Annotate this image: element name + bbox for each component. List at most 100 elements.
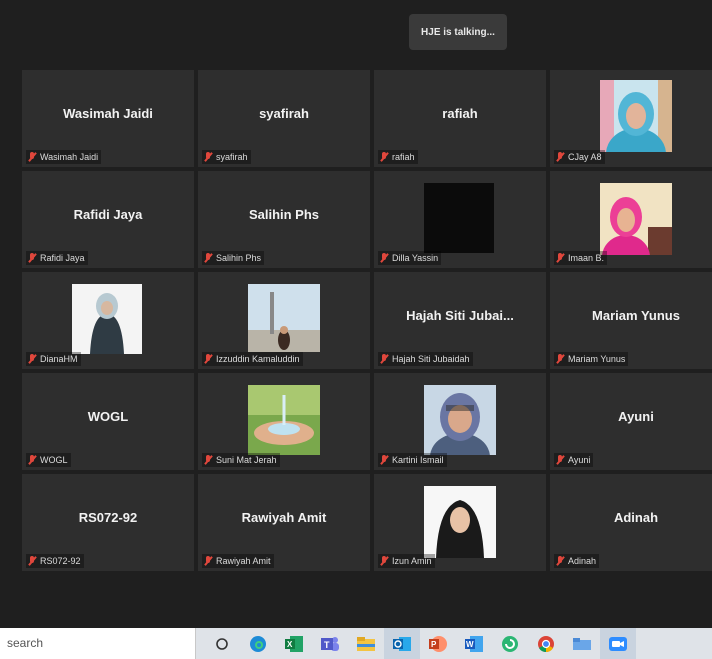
mic-muted-icon: [556, 253, 564, 263]
participant-tile[interactable]: Kartini Ismail: [374, 373, 546, 470]
participant-label-text: Izun Amin: [392, 556, 432, 566]
participant-tile[interactable]: Adinah Adinah: [550, 474, 712, 571]
participant-label-text: Wasimah Jaidi: [40, 152, 99, 162]
taskbar-search-input[interactable]: search: [0, 628, 196, 659]
mic-muted-icon: [28, 354, 36, 364]
participant-name-label: WOGL: [26, 453, 71, 467]
participant-tile[interactable]: WOGL WOGL: [22, 373, 194, 470]
meeting-window: HJE is talking... Wasimah Jaidi Wasimah J…: [0, 0, 712, 628]
participant-tile[interactable]: rafiah rafiah: [374, 70, 546, 167]
participant-name-label: Imaan B.: [554, 251, 608, 265]
participant-tile[interactable]: Izun Amin: [374, 474, 546, 571]
participant-display-name: Wasimah Jaidi: [63, 106, 153, 121]
word-icon[interactable]: W: [456, 628, 492, 659]
participant-tile[interactable]: Rafidi Jaya Rafidi Jaya: [22, 171, 194, 268]
participant-label-text: Ayuni: [568, 455, 591, 465]
edge-icon[interactable]: [240, 628, 276, 659]
participant-label-text: Rafidi Jaya: [40, 253, 85, 263]
participant-display-name: Ayuni: [618, 409, 654, 424]
participant-grid: Wasimah Jaidi Wasimah Jaidi syafirah syafir…: [22, 70, 712, 571]
mic-muted-icon: [380, 556, 388, 566]
participant-tile[interactable]: Wasimah Jaidi Wasimah Jaidi: [22, 70, 194, 167]
participant-name-label: Kartini Ismail: [378, 453, 447, 467]
outlook-icon[interactable]: [384, 628, 420, 659]
participant-label-text: rafiah: [392, 152, 415, 162]
mic-muted-icon: [380, 455, 388, 465]
participant-video-image: [600, 183, 672, 255]
svg-text:P: P: [431, 640, 437, 649]
folder-app-icon[interactable]: [564, 628, 600, 659]
participant-label-text: Mariam Yunus: [568, 354, 626, 364]
participant-video-image: [248, 385, 320, 455]
participant-label-text: Adinah: [568, 556, 597, 566]
mic-muted-icon: [28, 253, 36, 263]
participant-name-label: Hajah Siti Jubaidah: [378, 352, 473, 366]
participant-display-name: syafirah: [259, 106, 309, 121]
participant-tile[interactable]: Rawiyah Amit Rawiyah Amit: [198, 474, 370, 571]
powerpoint-icon[interactable]: P: [420, 628, 456, 659]
mic-muted-icon: [28, 556, 36, 566]
participant-name-label: Izzuddin Kamaluddin: [202, 352, 303, 366]
excel-icon[interactable]: X: [276, 628, 312, 659]
participant-tile[interactable]: Imaan B.: [550, 171, 712, 268]
participant-video-image: [424, 486, 496, 558]
participant-display-name: Rafidi Jaya: [73, 207, 143, 222]
participant-name-label: Izun Amin: [378, 554, 435, 568]
participant-label-text: syafirah: [216, 152, 248, 162]
participant-name-label: Suni Mat Jerah: [202, 453, 280, 467]
participant-tile[interactable]: Salihin Phs Salihin Phs: [198, 171, 370, 268]
zoom-icon[interactable]: [600, 628, 636, 659]
participant-tile[interactable]: Hajah Siti Jubai... Hajah Siti Jubaidah: [374, 272, 546, 369]
participant-video-image: [600, 80, 672, 152]
mic-muted-icon: [28, 152, 36, 162]
participant-label-text: Dilla Yassin: [392, 253, 439, 263]
participant-video-image: [424, 183, 494, 253]
participant-name-label: Wasimah Jaidi: [26, 150, 102, 164]
participant-name-label: Adinah: [554, 554, 600, 568]
participant-label-text: RS072-92: [40, 556, 81, 566]
talking-indicator: HJE is talking...: [409, 14, 507, 50]
participant-tile[interactable]: Suni Mat Jerah: [198, 373, 370, 470]
participant-tile[interactable]: Ayuni Ayuni: [550, 373, 712, 470]
mic-muted-icon: [28, 455, 36, 465]
participant-video-image: [248, 284, 320, 352]
participant-label-text: WOGL: [40, 455, 68, 465]
mic-muted-icon: [556, 354, 564, 364]
participant-name-label: Salihin Phs: [202, 251, 265, 265]
participant-display-name: Hajah Siti Jubai...: [406, 308, 514, 323]
participant-name-label: syafirah: [202, 150, 251, 164]
green-app-icon[interactable]: [492, 628, 528, 659]
participant-label-text: Rawiyah Amit: [216, 556, 271, 566]
cortana-circle-icon[interactable]: [204, 628, 240, 659]
participant-display-name: RS072-92: [78, 510, 138, 525]
participant-label-text: Salihin Phs: [216, 253, 262, 263]
mic-muted-icon: [204, 556, 212, 566]
participant-tile[interactable]: Dilla Yassin: [374, 171, 546, 268]
participant-tile[interactable]: RS072-92 RS072-92: [22, 474, 194, 571]
participant-name-label: Rafidi Jaya: [26, 251, 88, 265]
participant-tile[interactable]: CJay A8: [550, 70, 712, 167]
mic-muted-icon: [380, 253, 388, 263]
participant-display-name: Salihin Phs: [248, 207, 320, 222]
participant-tile[interactable]: Mariam Yunus Mariam Yunus: [550, 272, 712, 369]
teams-icon[interactable]: T: [312, 628, 348, 659]
participant-label-text: Kartini Ismail: [392, 455, 444, 465]
file-explorer-icon[interactable]: [348, 628, 384, 659]
participant-display-name: Rawiyah Amit: [241, 510, 327, 525]
participant-name-label: rafiah: [378, 150, 418, 164]
participant-tile[interactable]: Izzuddin Kamaluddin: [198, 272, 370, 369]
participant-tile[interactable]: syafirah syafirah: [198, 70, 370, 167]
mic-muted-icon: [204, 152, 212, 162]
participant-label-text: CJay A8: [568, 152, 602, 162]
chrome-icon[interactable]: [528, 628, 564, 659]
participant-name-label: RS072-92: [26, 554, 84, 568]
participant-display-name: Adinah: [613, 510, 659, 525]
participant-tile[interactable]: DianaHM: [22, 272, 194, 369]
participant-display-name: rafiah: [442, 106, 478, 121]
participant-display-name: WOGL: [87, 409, 129, 424]
participant-name-label: DianaHM: [26, 352, 81, 366]
participant-video-image: [424, 385, 496, 455]
participant-name-label: Ayuni: [554, 453, 594, 467]
participant-name-label: Mariam Yunus: [554, 352, 629, 366]
participant-name-label: Dilla Yassin: [378, 251, 442, 265]
